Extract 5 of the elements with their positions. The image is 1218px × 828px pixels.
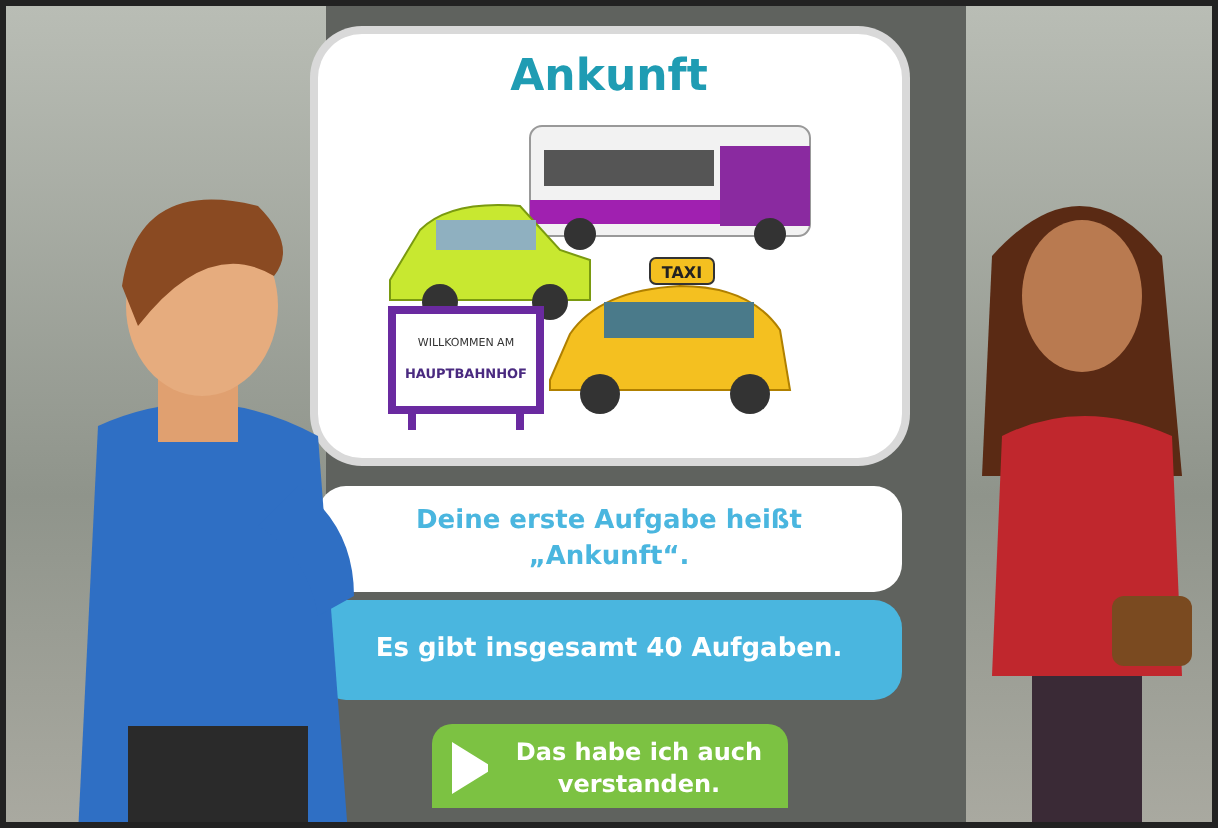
lesson-title: Ankunft [508,54,710,103]
speech-bubble: Deine erste Aufgabe heißt „Ankunft“. [317,486,901,593]
play-icon [447,739,487,796]
continue-button[interactable]: Das habe ich auch verstanden. [431,723,787,808]
taxi-sign-text: TAXI [660,264,702,283]
